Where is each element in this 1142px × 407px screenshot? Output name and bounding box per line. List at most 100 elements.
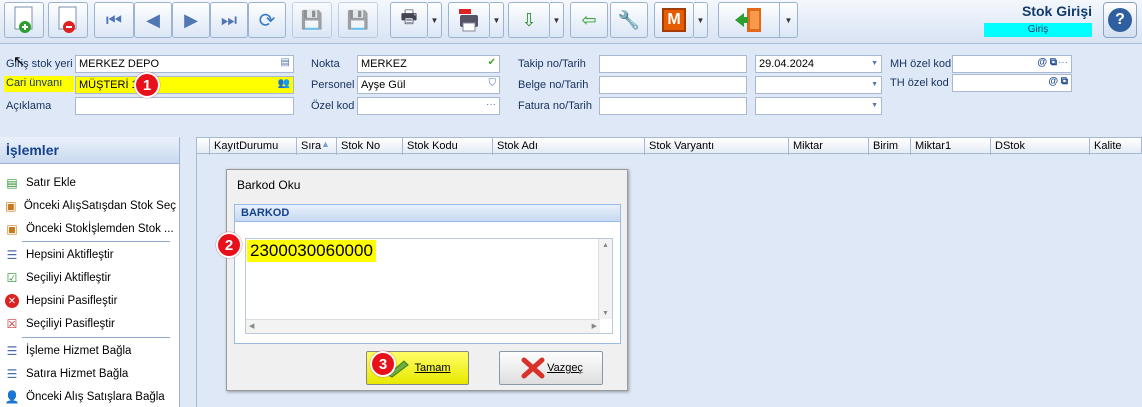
exit-button[interactable] (718, 2, 780, 38)
step-marker-3: 3 (370, 351, 396, 377)
mode-badge: Giriş (984, 23, 1092, 37)
column-stok-adi[interactable]: Stok Adı (492, 138, 644, 155)
refresh-button[interactable]: ⟳ (248, 2, 286, 38)
personel-field[interactable]: Ayşe Gül ⛉ (357, 76, 500, 94)
user-link-icon: 👤 (4, 390, 20, 404)
main-toolbar: ⏮ ◀ ▶ ⏭ ⟳ 💾 💾 🖶 ▼ ▼ ⇩ ▼ ⇦ 🔧 M ▼ ▼ Stok G… (0, 0, 1142, 44)
column-kayitdurumu[interactable]: KayıtDurumu (209, 138, 296, 155)
menu-item-label: İşleme Hizmet Bağla (26, 345, 132, 357)
fatura-date-field[interactable]: ▼ (755, 97, 882, 115)
pdf-export-button[interactable] (448, 2, 490, 38)
last-record-button[interactable]: ⏭ (210, 2, 248, 38)
filter-lookup-icon[interactable]: ⛉ (489, 78, 497, 89)
column-sira[interactable]: Sıra ▲ (296, 138, 336, 155)
scroll-right-icon[interactable]: ▶ (592, 322, 597, 330)
import-dropdown[interactable]: ▼ (550, 2, 564, 38)
fatura-no-field[interactable] (599, 97, 747, 115)
delete-record-button[interactable] (48, 2, 88, 38)
takip-date-field[interactable]: 29.04.2024 ▼ (755, 55, 882, 73)
document-search-icon: ▣ (5, 199, 17, 213)
column-kalite[interactable]: Kalite (1089, 138, 1141, 155)
next-icon: ▶ (184, 9, 198, 30)
belge-no-field[interactable] (599, 76, 747, 94)
deactivate-all-icon: ✕ (4, 293, 20, 309)
giris-stok-yeri-field[interactable]: MERKEZ DEPO ▤ (75, 55, 294, 73)
pdf-dropdown[interactable]: ▼ (490, 2, 504, 38)
menu-satir-ekle[interactable]: ▤ Satır Ekle (4, 173, 176, 193)
m-menu-button[interactable]: M (654, 2, 694, 38)
column-miktar[interactable]: Miktar (788, 138, 868, 155)
mh-ozel-kod-field[interactable]: @ ⧉ ··· (952, 55, 1072, 73)
menu-onceki-alissatis-stok-sec[interactable]: ▣ Önceki AlışSatışdan Stok Seç (4, 196, 176, 216)
column-stok-no[interactable]: Stok No (336, 138, 402, 155)
column-dstok[interactable]: DStok (990, 138, 1089, 155)
takip-label: Takip no/Tarih (518, 58, 586, 70)
menu-item-label: Önceki Alış Satışlara Bağla (26, 391, 165, 403)
takip-no-field[interactable] (599, 55, 747, 73)
cancel-save-button[interactable]: 💾 (338, 2, 378, 38)
save-button[interactable]: 💾 (292, 2, 332, 38)
cari-unvani-field[interactable]: MÜŞTERİ 1 👥 (75, 76, 294, 94)
menu-isleme-hizmet-bagla[interactable]: ☰ İşleme Hizmet Bağla (4, 341, 176, 361)
aciklama-field[interactable] (75, 97, 294, 115)
ozel-kod-field[interactable]: ··· (357, 97, 500, 115)
menu-hepsini-aktiflestir[interactable]: ☰ Hepsini Aktifleştir (4, 245, 176, 265)
previous-record-button[interactable]: ◀ (134, 2, 172, 38)
at-lookup-icon[interactable]: @ ⧉ (1048, 76, 1068, 87)
nokta-field[interactable]: MERKEZ ✔ (357, 55, 500, 73)
import-button[interactable]: ⇩ (508, 2, 550, 38)
at-lookup-icon[interactable]: @ ⧉ (1037, 57, 1057, 68)
belge-date-field[interactable]: ▼ (755, 76, 882, 94)
vertical-scrollbar[interactable]: ▲ ▼ (598, 239, 612, 319)
tools-button[interactable]: 🔧 (610, 2, 648, 38)
scroll-left-icon[interactable]: ◀ (249, 322, 254, 330)
chevron-down-icon[interactable]: ▼ (871, 102, 878, 109)
menu-item-label: Seçiliyi Pasifleştir (26, 318, 115, 330)
first-record-button[interactable]: ⏮ (94, 2, 134, 38)
print-dropdown[interactable]: ▼ (428, 2, 442, 38)
chevron-down-icon[interactable]: ▼ (871, 81, 878, 88)
menu-seciliyi-pasiflestir[interactable]: ☒ Seçiliyi Pasifleştir (4, 314, 176, 334)
chevron-down-icon[interactable]: ▼ (871, 60, 878, 67)
menu-hepsini-pasiflestir[interactable]: ✕ Hepsini Pasifleştir (4, 291, 176, 311)
column-stok-varyanti[interactable]: Stok Varyantı (644, 138, 788, 155)
print-button[interactable]: 🖶 (390, 2, 428, 38)
menu-onceki-alis-satislara-bagla[interactable]: 👤 Önceki Alış Satışlara Bağla (4, 387, 176, 407)
exit-door-icon (735, 8, 761, 32)
menu-item-label: Hepsini Pasifleştir (26, 295, 118, 307)
barkod-oku-dialog: Barkod Oku BARKOD 2300030060000 ▲ ▼ ◀ ▶ … (226, 169, 628, 391)
column-miktar1[interactable]: Miktar1 (910, 138, 990, 155)
horizontal-scrollbar[interactable]: ◀ ▶ (246, 319, 600, 333)
transfer-button[interactable]: ⇦ (570, 2, 608, 38)
lookup-list-icon[interactable]: ▤ (281, 57, 290, 68)
scroll-up-icon[interactable]: ▲ (602, 242, 609, 249)
people-lookup-icon[interactable]: 👥 (278, 78, 290, 89)
ellipsis-icon[interactable]: ··· (1058, 57, 1068, 68)
refresh-icon: ⟳ (258, 9, 276, 32)
m-menu-dropdown[interactable]: ▼ (694, 2, 708, 38)
th-ozel-kod-field[interactable]: @ ⧉ (952, 74, 1072, 92)
next-record-button[interactable]: ▶ (172, 2, 210, 38)
menu-satira-hizmet-bagla[interactable]: ☰ Satıra Hizmet Bağla (4, 364, 176, 384)
help-button[interactable]: ? (1103, 2, 1137, 38)
printer-icon: 🖶 (400, 7, 418, 27)
column-stok-kodu[interactable]: Stok Kodu (402, 138, 492, 155)
check-icon[interactable]: ✔ (488, 57, 496, 68)
vazgec-button[interactable]: Vazgeç (499, 351, 603, 385)
column-birim[interactable]: Birim (868, 138, 910, 155)
activate-all-icon: ☰ (6, 248, 18, 262)
form-title: Stok Girişi (1021, 3, 1092, 19)
cari-unvani-value: MÜŞTERİ 1 (79, 79, 138, 91)
mh-ozel-kod-label: MH özel kod (890, 58, 952, 70)
pdf-icon (459, 9, 478, 32)
barcode-input[interactable]: 2300030060000 ▲ ▼ ◀ ▶ (245, 238, 613, 334)
ellipsis-icon[interactable]: ··· (486, 99, 496, 110)
exit-dropdown[interactable]: ▼ (780, 2, 798, 38)
barkod-group-title: BARKOD (235, 205, 620, 222)
menu-onceki-stokislem-stok[interactable]: ▣ Önceki Stokİşlemden Stok ... (4, 219, 176, 239)
scroll-down-icon[interactable]: ▼ (602, 310, 609, 317)
menu-seciliyi-aktiflestir[interactable]: ☑ Seçiliyi Aktifleştir (4, 268, 176, 288)
ozel-kod-label: Özel kod (311, 100, 355, 112)
new-record-button[interactable] (4, 2, 44, 38)
cari-unvani-label: Cari ünvanı (4, 76, 74, 92)
